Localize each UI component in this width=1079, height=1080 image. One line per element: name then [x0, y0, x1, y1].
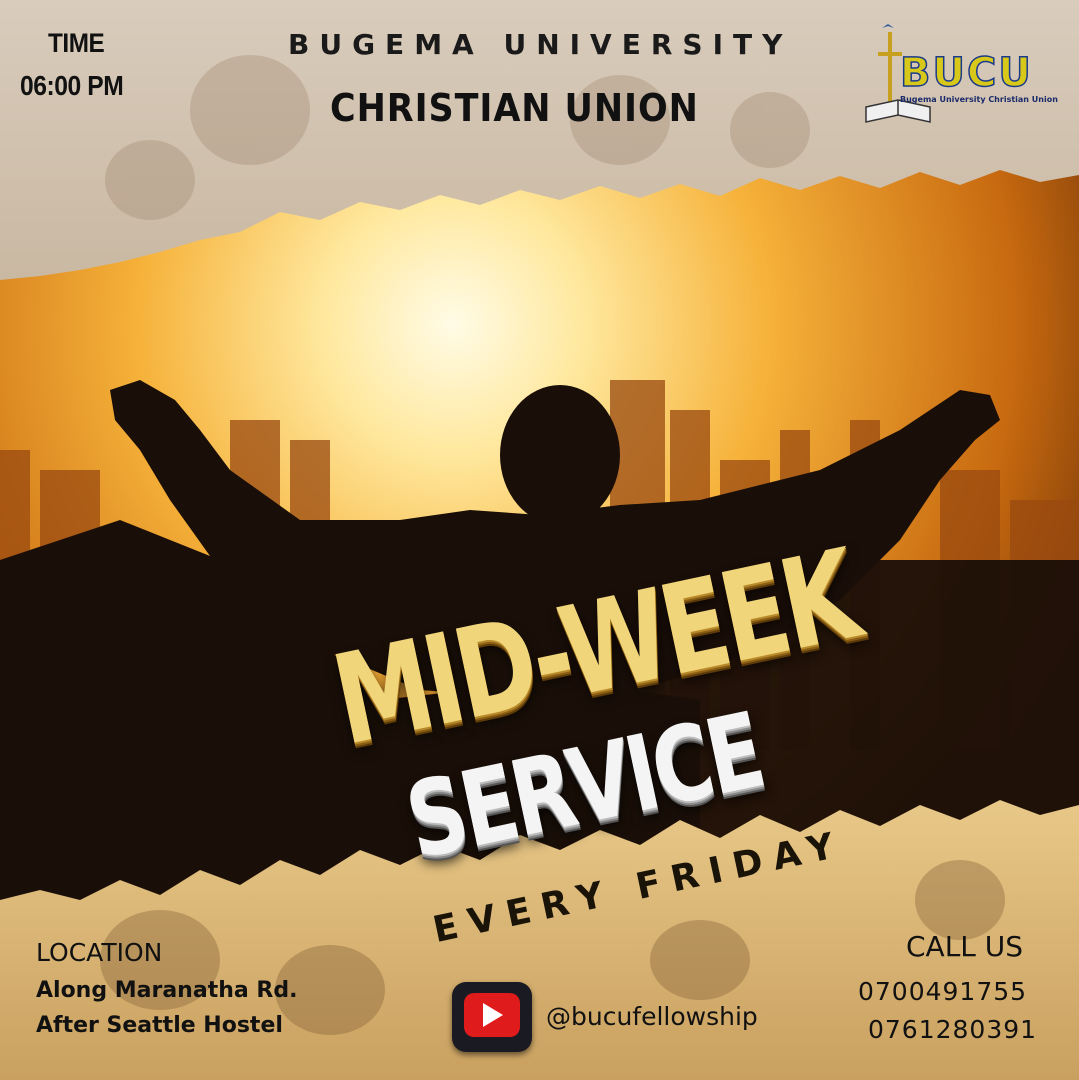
time-label: TIME — [48, 28, 105, 58]
phone-number-1[interactable]: 0700491755 — [858, 977, 1027, 1006]
phone-number-2[interactable]: 0761280391 — [868, 1015, 1037, 1044]
location-line-1: Along Maranatha Rd. — [36, 978, 298, 1003]
location-label: LOCATION — [36, 938, 163, 967]
youtube-handle-link[interactable]: @bucufellowship — [546, 1002, 758, 1031]
location-line-2: After Seattle Hostel — [36, 1013, 283, 1038]
time-value: 06:00 PM — [20, 70, 124, 101]
logo-subtitle: Bugema University Christian Union — [900, 95, 1058, 104]
call-us-label: CALL US — [906, 930, 1024, 963]
logo-text: BUCU — [899, 49, 1033, 97]
play-icon — [483, 1003, 503, 1027]
union-name: CHRISTIAN UNION — [330, 86, 699, 130]
university-name: BUGEMA UNIVERSITY — [288, 28, 793, 61]
event-poster: TIME 06:00 PM BUGEMA UNIVERSITY CHRISTIA… — [0, 0, 1079, 1080]
